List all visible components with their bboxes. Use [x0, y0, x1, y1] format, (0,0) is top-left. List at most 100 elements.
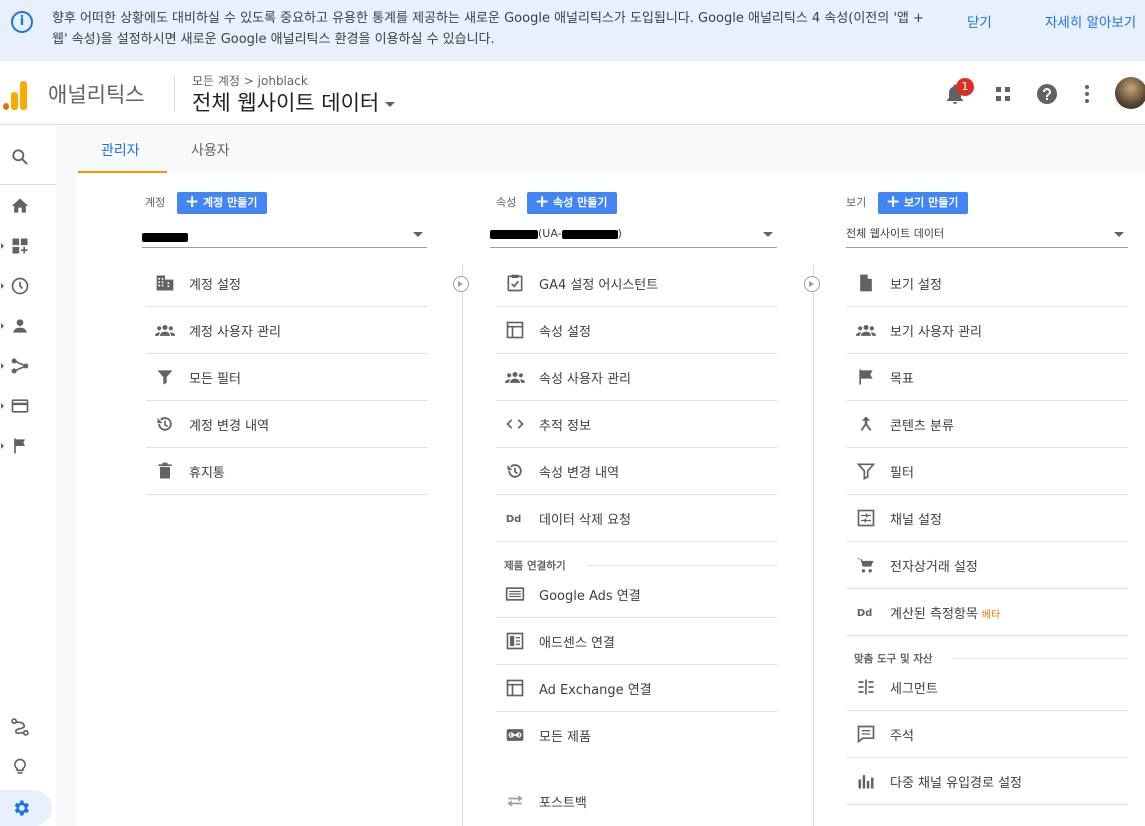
view-select[interactable]: 전체 웹사이트 데이터 — [846, 223, 1128, 248]
channel-settings-icon — [857, 509, 875, 527]
code-icon — [506, 419, 524, 429]
filter-icon — [856, 463, 876, 480]
item-label: 계정 사용자 관리 — [189, 325, 281, 340]
admin-nav-item[interactable] — [0, 790, 52, 826]
section-divider — [588, 565, 777, 566]
property-settings-item[interactable]: 속성 설정 — [496, 307, 777, 354]
tab-user[interactable]: 사용자 — [191, 140, 230, 160]
lightbulb-icon[interactable] — [10, 757, 30, 777]
all-products-item[interactable]: 모든 제품 — [496, 712, 777, 759]
item-label: 필터 — [890, 466, 914, 481]
left-nav — [0, 126, 56, 826]
filter-icon — [157, 370, 173, 385]
annotations-item[interactable]: 주석 — [847, 711, 1128, 758]
filters-item[interactable]: 필터 — [847, 448, 1128, 495]
property-view-selector[interactable]: 전체 웹사이트 데이터 — [192, 87, 396, 117]
search-icon[interactable] — [10, 147, 30, 167]
view-heading: 보기 — [846, 196, 867, 209]
ecommerce-settings-item[interactable]: 전자상거래 설정 — [847, 542, 1128, 589]
property-select[interactable]: (UA-) — [490, 223, 777, 248]
announcement-banner: i 향후 어떠한 상황에도 대비하실 수 있도록 중요하고 유용한 통계를 제공… — [0, 0, 1145, 61]
banner-message: 향후 어떠한 상황에도 대비하실 수 있도록 중요하고 유용한 통계를 제공하는… — [52, 11, 924, 47]
cart-icon — [857, 558, 874, 573]
merge-icon — [860, 416, 872, 431]
item-label: Google Ads 연결 — [539, 589, 641, 604]
view-select-value: 전체 웹사이트 데이터 — [846, 227, 945, 240]
account-settings-item[interactable]: 계정 설정 — [146, 260, 427, 307]
flag-icon — [859, 369, 873, 385]
item-label: 계정 변경 내역 — [189, 419, 270, 434]
item-label: 목표 — [890, 372, 914, 387]
item-label: 추적 정보 — [539, 419, 591, 434]
people-icon — [155, 325, 175, 336]
customization-icon[interactable] — [10, 236, 30, 256]
behavior-icon[interactable] — [10, 396, 30, 416]
google-ads-linking-item[interactable]: Google Ads 연결 — [496, 571, 777, 618]
history-icon — [507, 464, 522, 478]
ads-icon — [505, 587, 525, 601]
help-icon[interactable] — [1035, 82, 1059, 106]
column-arrow-icon — [453, 276, 469, 292]
clock-icon[interactable] — [10, 276, 30, 296]
account-user-management-item[interactable]: 계정 사용자 관리 — [146, 307, 427, 354]
data-deletion-request-item[interactable]: Dd 데이터 삭제 요청 — [496, 495, 777, 542]
ad-exchange-linking-item[interactable]: Ad Exchange 연결 — [496, 665, 777, 712]
account-heading: 계정 — [145, 196, 166, 209]
analytics-logo-icon[interactable] — [2, 80, 30, 110]
content-grouping-item[interactable]: 콘텐츠 분류 — [847, 401, 1128, 448]
segments-item[interactable]: 세그먼트 — [847, 664, 1128, 711]
acquisition-icon[interactable] — [10, 356, 30, 376]
column-divider — [462, 265, 463, 826]
trash-item[interactable]: 휴지통 — [146, 448, 427, 495]
expand-arrow-icon — [1, 323, 4, 329]
all-filters-item[interactable]: 모든 필터 — [146, 354, 427, 401]
clipboard-check-icon — [507, 274, 523, 292]
item-label: 계산된 측정항목 베타 — [890, 603, 1000, 622]
attribution-icon[interactable] — [10, 717, 30, 737]
dd-icon: Dd — [857, 608, 872, 619]
account-select[interactable] — [142, 223, 427, 248]
item-label: 모든 제품 — [539, 730, 591, 745]
create-property-button[interactable]: 속성 만들기 — [527, 191, 618, 214]
apps-grid-icon[interactable] — [991, 82, 1015, 106]
adsense-linking-item[interactable]: 애드센스 연결 — [496, 618, 777, 665]
gear-icon — [14, 800, 30, 816]
create-account-button[interactable]: 계정 만들기 — [177, 191, 268, 214]
dropdown-arrow-icon — [1114, 232, 1124, 237]
avatar[interactable] — [1115, 77, 1145, 109]
flag-icon[interactable] — [10, 436, 30, 456]
admin-panel: 계정 계정 만들기 계정 설정 계정 사용자 관리 모든 필터 계정 변경 내역… — [76, 173, 1145, 826]
view-settings-item[interactable]: 보기 설정 — [847, 260, 1128, 307]
property-change-history-item[interactable]: 속성 변경 내역 — [496, 448, 777, 495]
tracking-info-item[interactable]: 추적 정보 — [496, 401, 777, 448]
calculated-metrics-item[interactable]: Dd 계산된 측정항목 베타 — [847, 589, 1128, 636]
notification-badge: 1 — [956, 78, 974, 96]
tab-admin[interactable]: 관리자 — [101, 140, 140, 160]
person-icon[interactable] — [10, 316, 30, 336]
item-label: 데이터 삭제 요청 — [539, 513, 631, 528]
ga4-setup-assistant-item[interactable]: GA4 설정 어시스턴트 — [496, 260, 777, 307]
segments-icon — [858, 679, 874, 695]
goals-item[interactable]: 목표 — [847, 354, 1128, 401]
expand-arrow-icon — [1, 403, 4, 409]
multi-channel-funnels-item[interactable]: 다중 채널 유입경로 설정 — [847, 758, 1128, 805]
ad-exchange-icon — [506, 679, 524, 697]
more-vert-icon[interactable] — [1075, 82, 1099, 106]
home-icon[interactable] — [10, 196, 30, 216]
channel-settings-item[interactable]: 채널 설정 — [847, 495, 1128, 542]
section-divider — [952, 658, 1128, 659]
item-label: 애드센스 연결 — [539, 636, 615, 651]
account-change-history-item[interactable]: 계정 변경 내역 — [146, 401, 427, 448]
banner-learn-more-link[interactable]: 자세히 알아보기 — [1045, 11, 1136, 31]
create-view-button[interactable]: 보기 만들기 — [878, 191, 969, 214]
banner-close-link[interactable]: 닫기 — [967, 11, 992, 31]
item-label: 포스트백 — [539, 796, 587, 811]
item-label: Ad Exchange 연결 — [539, 683, 652, 698]
app-name[interactable]: 애널리틱스 — [48, 79, 145, 109]
building-icon — [156, 275, 174, 291]
expand-arrow-icon — [1, 363, 4, 369]
item-label: 세그먼트 — [890, 682, 938, 697]
view-user-management-item[interactable]: 보기 사용자 관리 — [847, 307, 1128, 354]
postback-item[interactable]: 포스트백 — [496, 778, 777, 825]
property-user-management-item[interactable]: 속성 사용자 관리 — [496, 354, 777, 401]
